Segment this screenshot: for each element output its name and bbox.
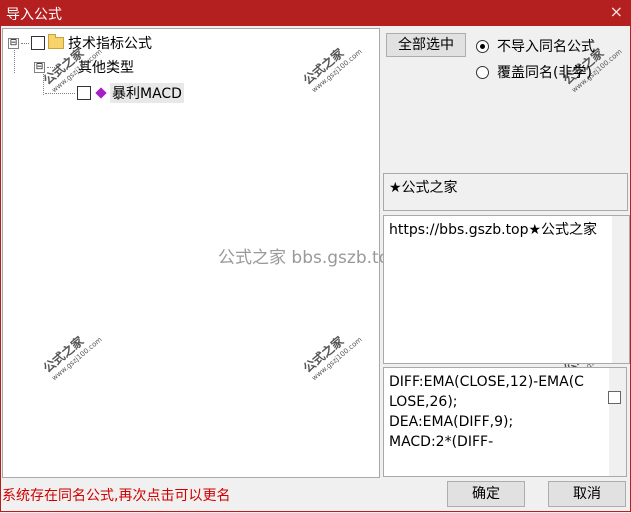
tree-node-label: 其他类型: [78, 60, 134, 76]
code-text: DIFF:EMA(CLOSE,12)-EMA(CLOSE,26); DEA:EM…: [389, 374, 584, 450]
tree-node-root[interactable]: ⊟ 技术指标公式: [8, 33, 152, 53]
status-message: 系统存在同名公式,再次点击可以更名: [2, 488, 231, 504]
radio-no-import[interactable]: 不导入同名公式: [476, 36, 595, 56]
tree-node-item[interactable]: 暴利MACD: [45, 83, 184, 103]
window-title: 导入公式: [6, 7, 62, 23]
tree-node-label: 暴利MACD: [110, 83, 184, 103]
collapse-icon[interactable]: ⊟: [8, 37, 19, 49]
ok-button[interactable]: 确定: [447, 481, 525, 507]
author-text: ★公式之家: [389, 180, 458, 196]
folder-icon: [48, 34, 64, 49]
tree-dots: [45, 92, 75, 94]
cancel-button[interactable]: 取消: [548, 481, 626, 507]
close-icon[interactable]: ×: [610, 2, 623, 21]
select-all-button[interactable]: 全部选中: [386, 33, 466, 57]
radio-selected-icon[interactable]: [476, 39, 489, 53]
code-scrollbar[interactable]: [609, 368, 626, 476]
description-text: https://bbs.gszb.top★公式之家: [389, 222, 598, 238]
root-checkbox[interactable]: [31, 36, 45, 50]
author-panel: ★公式之家: [383, 173, 628, 211]
radio-label: 覆盖同名(非学): [497, 65, 592, 81]
radio-unselected-icon[interactable]: [476, 65, 489, 79]
radio-overwrite[interactable]: 覆盖同名(非学): [476, 62, 592, 82]
formula-tree[interactable]: ⊟ 技术指标公式 ⊟ 其他类型 暴利MACD: [2, 28, 380, 478]
tree-dots: [47, 66, 55, 68]
code-checkbox[interactable]: [608, 391, 621, 404]
description-scrollbar[interactable]: [612, 216, 629, 363]
collapse-icon[interactable]: ⊟: [34, 61, 45, 73]
formula-icon: [95, 87, 107, 99]
tree-node-label: 技术指标公式: [68, 36, 152, 52]
description-panel[interactable]: https://bbs.gszb.top★公式之家: [383, 215, 630, 364]
title-bar: 导入公式 ×: [0, 0, 631, 26]
tree-node-group[interactable]: ⊟ 其他类型: [34, 57, 134, 77]
code-panel[interactable]: DIFF:EMA(CLOSE,12)-EMA(CLOSE,26); DEA:EM…: [383, 367, 627, 477]
item-checkbox[interactable]: [77, 86, 91, 100]
tree-dots: [21, 42, 29, 44]
radio-label: 不导入同名公式: [497, 39, 595, 55]
